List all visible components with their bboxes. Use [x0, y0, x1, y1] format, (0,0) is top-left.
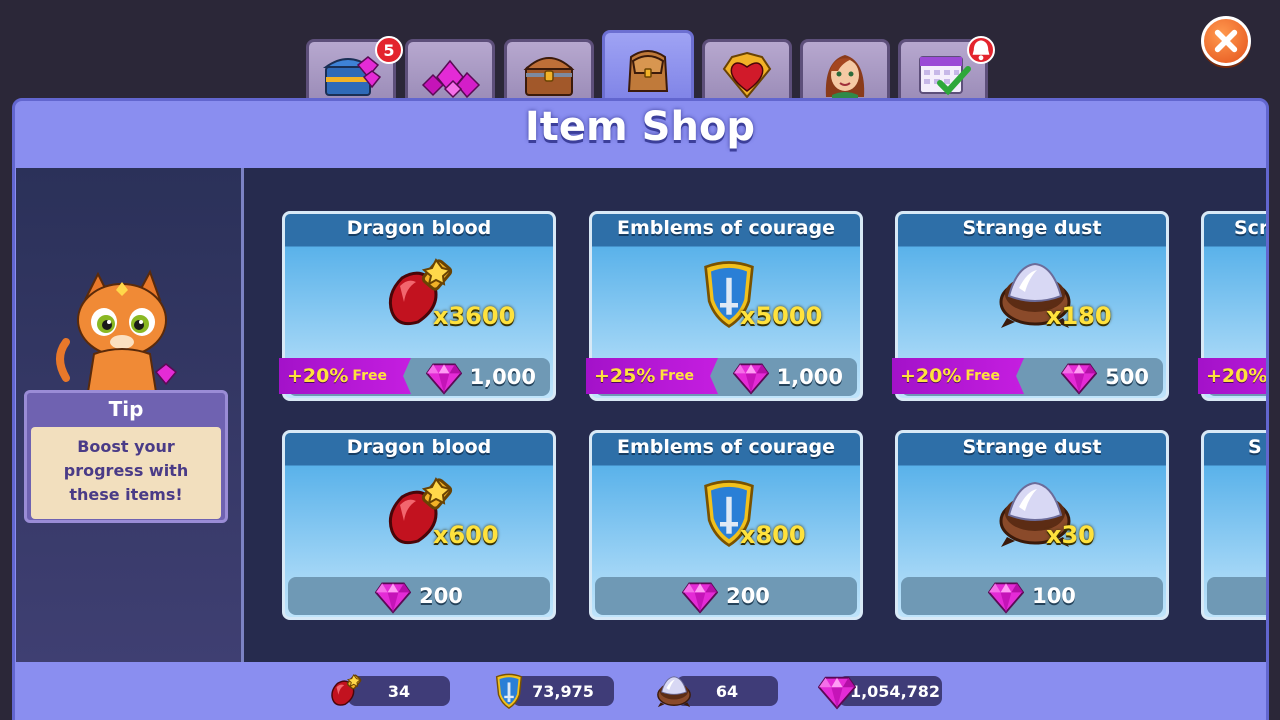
tab-gem-chests[interactable]: 5	[306, 36, 403, 103]
shop-content: Tip Boost your progress with these items…	[16, 168, 1266, 662]
offer-title: Dragon blood	[346, 217, 492, 239]
offer-price: 200	[419, 584, 463, 608]
offer-price: 100	[1032, 584, 1076, 608]
bonus-free-label: Free	[352, 368, 387, 384]
bonus-free-label: Free	[659, 368, 694, 384]
bonus-percent: +20%	[900, 365, 962, 387]
tab-gems[interactable]	[405, 39, 495, 103]
alert-bell-badge	[967, 36, 995, 64]
tab-chests[interactable]	[504, 39, 594, 103]
strange-dust-icon	[655, 672, 693, 710]
offer-title: Dragon blood	[346, 436, 492, 458]
backpack-icon	[627, 49, 669, 92]
offer-quantity: x3600	[433, 302, 516, 330]
offer-quantity: x30	[1046, 521, 1095, 549]
offer-title: Strange dust	[962, 436, 1102, 458]
tip-box: Tip Boost your progress with these items…	[24, 390, 228, 523]
buy-button[interactable]: 200	[288, 577, 550, 615]
bonus-ribbon: +25% Free	[586, 358, 718, 394]
tab-notification-badge: 5	[375, 36, 403, 64]
offer-price: 200	[726, 584, 770, 608]
offer-quantity: x5000	[740, 302, 823, 330]
offer-title: Strange dust	[962, 217, 1102, 239]
tip-title: Tip	[108, 397, 144, 421]
tab-hearts[interactable]	[702, 39, 792, 103]
buy-button[interactable]: 200	[595, 577, 857, 615]
gem-icon	[375, 578, 411, 614]
tab-item-shop[interactable]	[602, 30, 694, 104]
bonus-percent: +20%	[1206, 365, 1266, 387]
gem-icon	[988, 578, 1024, 614]
offer-quantity: x800	[740, 521, 806, 549]
offer-card-emblems-large[interactable]: Emblems of courage x5000 1,000 +25% Free	[586, 211, 863, 401]
bonus-percent: +25%	[594, 365, 656, 387]
bonus-ribbon: +20%	[1198, 358, 1266, 394]
tip-text-line: these items!	[69, 485, 183, 504]
offer-card-partial[interactable]: Scr +20%	[1198, 211, 1266, 401]
bonus-ribbon: +20% Free	[892, 358, 1024, 394]
emblems-amount: 73,975	[532, 681, 594, 701]
offer-card-partial[interactable]: S	[1201, 430, 1266, 620]
bonus-percent: +20%	[287, 365, 349, 387]
gem-icon	[1061, 359, 1097, 395]
tab-heroes[interactable]	[800, 39, 890, 103]
gem-icon	[818, 672, 856, 710]
offer-price: 500	[1105, 365, 1149, 389]
offer-card-dragon-blood-large[interactable]: Dragon blood x3600 1,000 +20% Free	[279, 211, 556, 401]
tip-sidebar: Tip Boost your progress with these items…	[16, 168, 244, 662]
close-icon	[1214, 29, 1238, 53]
bonus-ribbon: +20% Free	[279, 358, 411, 394]
buy-button[interactable]: 100	[901, 577, 1163, 615]
bonus-free-label: Free	[965, 368, 1000, 384]
heart-emblem-icon	[722, 51, 772, 99]
gem-icon	[426, 359, 462, 395]
gem-icon	[733, 359, 769, 395]
emblem-of-courage-icon	[490, 672, 528, 710]
offer-card-dragon-blood-small[interactable]: Dragon blood x600 200	[282, 430, 556, 620]
offer-price: 1,000	[776, 365, 843, 389]
calendar-check-icon	[919, 55, 971, 95]
tip-text: Boost your progress with these items!	[31, 427, 221, 519]
offer-card-strange-dust-large[interactable]: Strange dust x180 500 +20% Free	[892, 211, 1169, 401]
gem-icon	[682, 578, 718, 614]
tab-bar: 5	[306, 30, 1006, 104]
bell-icon	[972, 40, 990, 61]
offer-title: S	[1248, 436, 1262, 458]
buy-button[interactable]	[1207, 577, 1266, 615]
offer-title: Scr	[1234, 217, 1266, 239]
wooden-chest-icon	[523, 56, 575, 96]
page-title: Item Shop	[524, 104, 756, 150]
offer-card-emblems-small[interactable]: Emblems of courage x800 200	[589, 430, 863, 620]
tip-text-line: Boost your	[77, 437, 175, 456]
offer-quantity: x600	[433, 521, 499, 549]
offer-quantity: x180	[1046, 302, 1112, 330]
offer-price: 1,000	[469, 365, 536, 389]
offer-title: Emblems of courage	[617, 217, 835, 239]
heroine-portrait-icon	[825, 54, 865, 99]
gem-pile-icon	[421, 59, 481, 98]
strange-dust-amount: 64	[715, 681, 739, 701]
close-button[interactable]	[1201, 16, 1251, 66]
tab-daily-calendar[interactable]	[898, 36, 995, 103]
treasure-chest-gems-icon	[322, 55, 382, 96]
tip-text-line: progress with	[63, 461, 189, 480]
offer-title: Emblems of courage	[617, 436, 835, 458]
resource-bar	[15, 662, 1266, 720]
offer-card-strange-dust-small[interactable]: Strange dust x30 100	[895, 430, 1169, 620]
dragon-blood-icon	[328, 672, 366, 710]
dragon-blood-amount: 34	[387, 681, 411, 701]
cat-mascot-icon	[56, 269, 178, 393]
